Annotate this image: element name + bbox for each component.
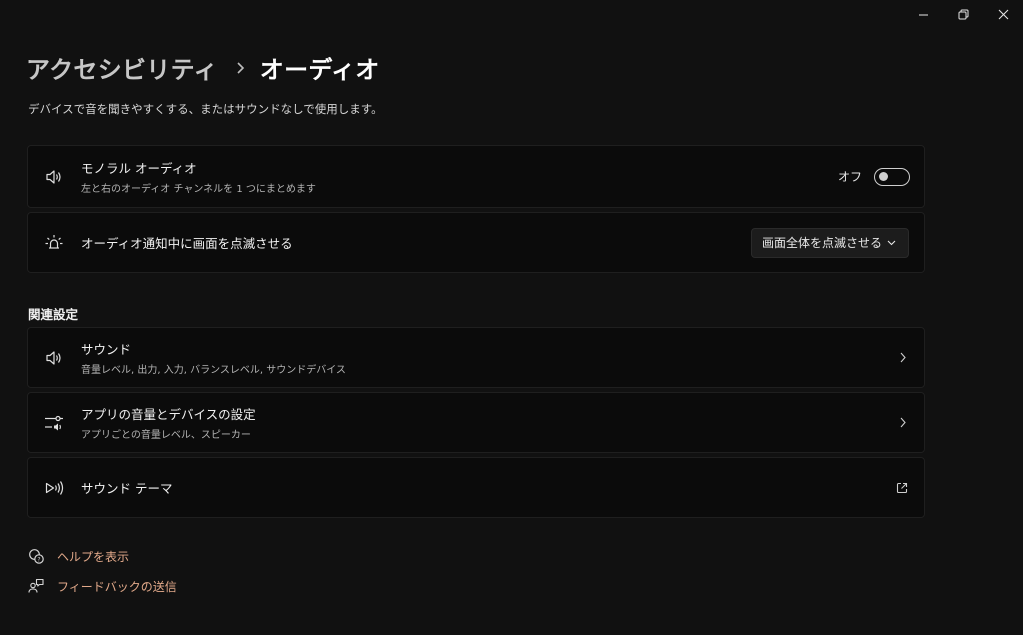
related-item-title: アプリの音量とデバイスの設定 — [81, 407, 256, 422]
close-icon — [998, 9, 1008, 19]
restore-icon — [958, 9, 968, 19]
help-icon: ? — [27, 547, 45, 565]
setting-title: オーディオ通知中に画面を点滅させる — [81, 236, 293, 251]
breadcrumb-parent-accessibility[interactable]: アクセシビリティ — [26, 50, 218, 85]
setting-subtitle: 左と右のオーディオ チャンネルを 1 つにまとめます — [81, 184, 316, 195]
related-item-subtitle: アプリごとの音量レベル、スピーカー — [81, 430, 251, 441]
chevron-right-icon — [896, 416, 910, 430]
page-title: オーディオ — [259, 56, 380, 84]
setting-title: モノラル オーディオ — [81, 161, 197, 176]
window-controls — [903, 0, 1023, 28]
setting-mono-audio: モノラル オーディオ 左と右のオーディオ チャンネルを 1 つにまとめます オフ — [27, 145, 925, 208]
restore-button[interactable] — [943, 0, 983, 28]
flash-screen-dropdown[interactable]: 画面全体を点滅させる — [751, 227, 909, 258]
external-link-icon — [894, 480, 910, 496]
help-link[interactable]: ? ヘルプを表示 — [27, 547, 129, 565]
breadcrumb: アクセシビリティ オーディオ — [26, 50, 380, 85]
close-button[interactable] — [983, 0, 1023, 28]
related-item-app-volume[interactable]: アプリの音量とデバイスの設定 アプリごとの音量レベル、スピーカー — [27, 392, 925, 453]
related-item-sound[interactable]: サウンド 音量レベル, 出力, 入力, バランスレベル, サウンドデバイス — [27, 327, 925, 388]
feedback-link-label: フィードバックの送信 — [57, 579, 177, 594]
svg-text:?: ? — [37, 556, 40, 563]
page-description: デバイスで音を聞きやすくする、またはサウンドなしで使用します。 — [28, 102, 383, 116]
related-item-subtitle: 音量レベル, 出力, 入力, バランスレベル, サウンドデバイス — [81, 365, 346, 376]
setting-flash-screen: オーディオ通知中に画面を点滅させる 画面全体を点滅させる — [27, 212, 925, 273]
chevron-right-icon — [234, 61, 246, 75]
minimize-button[interactable] — [903, 0, 943, 28]
chevron-right-icon — [896, 351, 910, 365]
speaker-icon — [43, 347, 65, 369]
related-item-title: サウンド テーマ — [81, 481, 173, 496]
sound-theme-icon — [43, 477, 65, 499]
feedback-icon — [27, 577, 45, 595]
dropdown-selected-value: 画面全体を点滅させる — [762, 236, 883, 250]
help-link-label: ヘルプを表示 — [57, 549, 130, 564]
toggle-knob — [879, 172, 888, 181]
related-item-title: サウンド — [81, 342, 132, 357]
mono-audio-toggle[interactable] — [874, 167, 910, 186]
flash-bulb-icon — [43, 232, 65, 254]
mixer-icon — [43, 412, 65, 434]
minimize-icon — [918, 14, 928, 15]
toggle-state-label: オフ — [837, 170, 862, 184]
chevron-down-icon — [887, 240, 896, 245]
related-settings-header: 関連設定 — [28, 307, 79, 322]
feedback-link[interactable]: フィードバックの送信 — [27, 577, 177, 595]
related-item-sound-theme[interactable]: サウンド テーマ — [27, 457, 925, 518]
speaker-icon — [43, 166, 65, 188]
